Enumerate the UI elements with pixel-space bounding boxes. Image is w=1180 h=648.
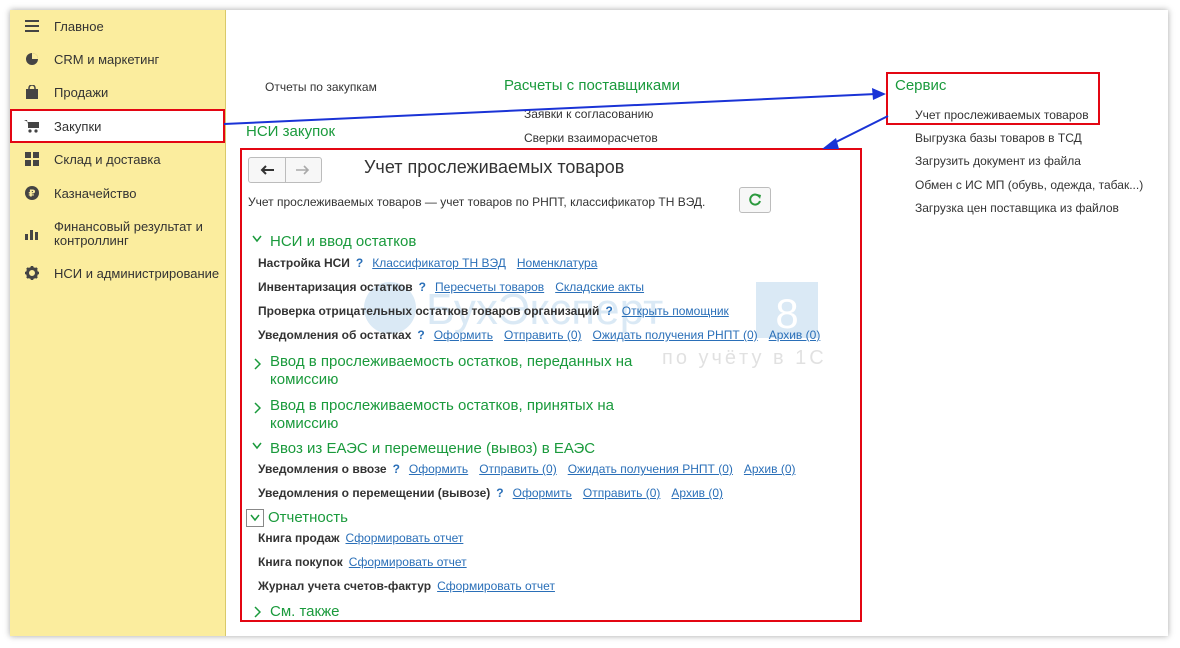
arrow-line (831, 115, 889, 145)
app-window: Главное CRM и маркетинг Продажи Закупки … (10, 10, 1168, 636)
arrowhead-icon (872, 88, 886, 100)
arrow-line (223, 93, 877, 125)
annotation-arrows (223, 88, 889, 149)
arrowhead-icon (822, 138, 839, 149)
